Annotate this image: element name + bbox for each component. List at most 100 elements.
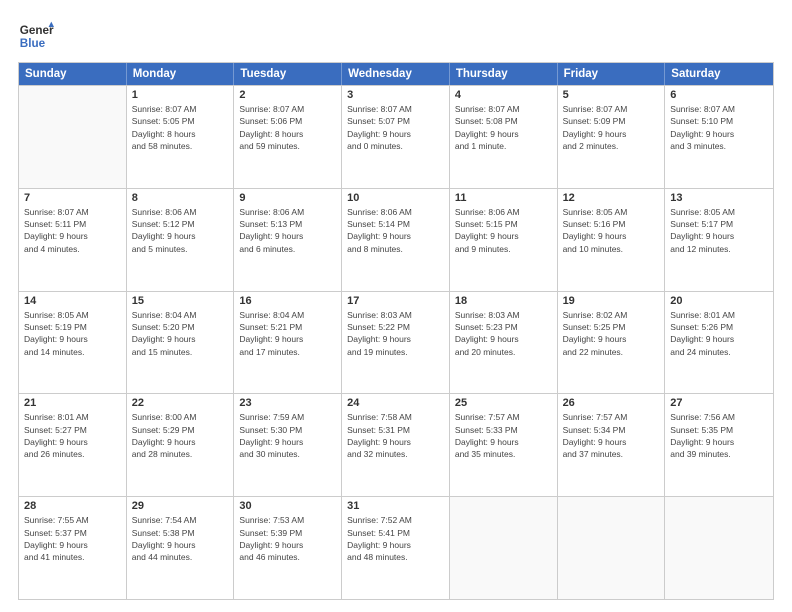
calendar-day-cell: 31 Sunrise: 7:52 AM Sunset: 5:41 PM Dayli… <box>342 497 450 599</box>
day-number: 21 <box>24 397 121 409</box>
day-number: 14 <box>24 295 121 307</box>
calendar-day-cell: 29Sunrise: 7:54 AM Sunset: 5:38 PM Dayli… <box>127 497 235 599</box>
day-info: Sunrise: 7:56 AM Sunset: 5:35 PM Dayligh… <box>670 411 768 460</box>
day-number: 8 <box>132 192 229 204</box>
calendar-day-cell: 2Sunrise: 8:07 AM Sunset: 5:06 PM Daylig… <box>234 86 342 188</box>
day-info: Sunrise: 8:06 AM Sunset: 5:15 PM Dayligh… <box>455 206 552 255</box>
day-number: 11 <box>455 192 552 204</box>
calendar-day-cell: 28 Sunrise: 7:55 AM Sunset: 5:37 PM Dayli… <box>19 497 127 599</box>
day-number: 18 <box>455 295 552 307</box>
day-number: 20 <box>670 295 768 307</box>
day-of-week-header: Wednesday <box>342 63 450 85</box>
calendar-day-cell: 25Sunrise: 7:57 AM Sunset: 5:33 PM Dayli… <box>450 394 558 496</box>
day-info: Sunrise: 8:04 AM Sunset: 5:21 PM Dayligh… <box>239 309 336 358</box>
day-of-week-header: Tuesday <box>234 63 342 85</box>
day-number: 10 <box>347 192 444 204</box>
calendar-day-cell: 8 Sunrise: 8:06 AM Sunset: 5:12 PM Daylig… <box>127 189 235 291</box>
logo-icon: General Blue <box>18 18 54 54</box>
day-info: Sunrise: 8:06 AM Sunset: 5:14 PM Dayligh… <box>347 206 444 255</box>
calendar-day-cell: 10 Sunrise: 8:06 AM Sunset: 5:14 PM Dayli… <box>342 189 450 291</box>
calendar-day-cell: 12Sunrise: 8:05 AM Sunset: 5:16 PM Dayli… <box>558 189 666 291</box>
calendar-day-cell: 11 Sunrise: 8:06 AM Sunset: 5:15 PM Dayli… <box>450 189 558 291</box>
day-info: Sunrise: 8:02 AM Sunset: 5:25 PM Dayligh… <box>563 309 660 358</box>
day-info: Sunrise: 7:55 AM Sunset: 5:37 PM Dayligh… <box>24 514 121 563</box>
calendar-day-cell: 27 Sunrise: 7:56 AM Sunset: 5:35 PM Dayli… <box>665 394 773 496</box>
calendar-day-cell: 22 Sunrise: 8:00 AM Sunset: 5:29 PM Dayli… <box>127 394 235 496</box>
day-number: 5 <box>563 89 660 101</box>
day-number: 3 <box>347 89 444 101</box>
svg-text:General: General <box>20 24 54 37</box>
day-info: Sunrise: 7:53 AM Sunset: 5:39 PM Dayligh… <box>239 514 336 563</box>
day-info: Sunrise: 8:05 AM Sunset: 5:19 PM Dayligh… <box>24 309 121 358</box>
calendar-day-cell: 21 Sunrise: 8:01 AM Sunset: 5:27 PM Dayli… <box>19 394 127 496</box>
calendar: SundayMondayTuesdayWednesdayThursdayFrid… <box>18 62 774 600</box>
header: General Blue <box>18 18 774 54</box>
day-info: Sunrise: 8:00 AM Sunset: 5:29 PM Dayligh… <box>132 411 229 460</box>
day-info: Sunrise: 8:07 AM Sunset: 5:10 PM Dayligh… <box>670 103 768 152</box>
calendar-day-cell: 24 Sunrise: 7:58 AM Sunset: 5:31 PM Dayli… <box>342 394 450 496</box>
day-info: Sunrise: 8:01 AM Sunset: 5:27 PM Dayligh… <box>24 411 121 460</box>
calendar-day-cell: 19 Sunrise: 8:02 AM Sunset: 5:25 PM Dayli… <box>558 292 666 394</box>
calendar-header: SundayMondayTuesdayWednesdayThursdayFrid… <box>19 63 773 85</box>
calendar-day-cell: 30 Sunrise: 7:53 AM Sunset: 5:39 PM Dayli… <box>234 497 342 599</box>
calendar-body: 1Sunrise: 8:07 AM Sunset: 5:05 PM Daylig… <box>19 85 773 599</box>
day-info: Sunrise: 8:03 AM Sunset: 5:23 PM Dayligh… <box>455 309 552 358</box>
calendar-day-cell: 14 Sunrise: 8:05 AM Sunset: 5:19 PM Dayli… <box>19 292 127 394</box>
calendar-week-row: 28 Sunrise: 7:55 AM Sunset: 5:37 PM Dayli… <box>19 496 773 599</box>
day-info: Sunrise: 8:04 AM Sunset: 5:20 PM Dayligh… <box>132 309 229 358</box>
day-number: 7 <box>24 192 121 204</box>
calendar-day-cell: 9 Sunrise: 8:06 AM Sunset: 5:13 PM Daylig… <box>234 189 342 291</box>
calendar-day-cell: 18 Sunrise: 8:03 AM Sunset: 5:23 PM Dayli… <box>450 292 558 394</box>
day-info: Sunrise: 8:07 AM Sunset: 5:06 PM Dayligh… <box>239 103 336 152</box>
calendar-day-cell: 6 Sunrise: 8:07 AM Sunset: 5:10 PM Daylig… <box>665 86 773 188</box>
day-info: Sunrise: 8:06 AM Sunset: 5:12 PM Dayligh… <box>132 206 229 255</box>
calendar-day-cell <box>558 497 666 599</box>
calendar-week-row: 14 Sunrise: 8:05 AM Sunset: 5:19 PM Dayli… <box>19 291 773 394</box>
calendar-day-cell: 23 Sunrise: 7:59 AM Sunset: 5:30 PM Dayli… <box>234 394 342 496</box>
day-number: 12 <box>563 192 660 204</box>
day-number: 23 <box>239 397 336 409</box>
day-number: 13 <box>670 192 768 204</box>
day-number: 27 <box>670 397 768 409</box>
logo: General Blue <box>18 18 58 54</box>
calendar-week-row: 21 Sunrise: 8:01 AM Sunset: 5:27 PM Dayli… <box>19 393 773 496</box>
svg-text:Blue: Blue <box>20 37 46 50</box>
calendar-week-row: 1Sunrise: 8:07 AM Sunset: 5:05 PM Daylig… <box>19 85 773 188</box>
day-info: Sunrise: 7:57 AM Sunset: 5:34 PM Dayligh… <box>563 411 660 460</box>
day-number: 28 <box>24 500 121 512</box>
day-of-week-header: Monday <box>127 63 235 85</box>
day-number: 6 <box>670 89 768 101</box>
day-of-week-header: Sunday <box>19 63 127 85</box>
calendar-week-row: 7Sunrise: 8:07 AM Sunset: 5:11 PM Daylig… <box>19 188 773 291</box>
day-number: 25 <box>455 397 552 409</box>
day-number: 29 <box>132 500 229 512</box>
day-number: 22 <box>132 397 229 409</box>
day-number: 17 <box>347 295 444 307</box>
day-info: Sunrise: 7:52 AM Sunset: 5:41 PM Dayligh… <box>347 514 444 563</box>
day-info: Sunrise: 8:07 AM Sunset: 5:08 PM Dayligh… <box>455 103 552 152</box>
calendar-day-cell: 5 Sunrise: 8:07 AM Sunset: 5:09 PM Daylig… <box>558 86 666 188</box>
page: General Blue SundayMondayTuesdayWednesda… <box>0 0 792 612</box>
day-number: 9 <box>239 192 336 204</box>
day-info: Sunrise: 7:58 AM Sunset: 5:31 PM Dayligh… <box>347 411 444 460</box>
day-number: 31 <box>347 500 444 512</box>
day-of-week-header: Saturday <box>665 63 773 85</box>
day-of-week-header: Friday <box>558 63 666 85</box>
day-info: Sunrise: 7:59 AM Sunset: 5:30 PM Dayligh… <box>239 411 336 460</box>
day-info: Sunrise: 8:07 AM Sunset: 5:09 PM Dayligh… <box>563 103 660 152</box>
day-info: Sunrise: 8:01 AM Sunset: 5:26 PM Dayligh… <box>670 309 768 358</box>
calendar-day-cell: 15Sunrise: 8:04 AM Sunset: 5:20 PM Dayli… <box>127 292 235 394</box>
day-info: Sunrise: 8:07 AM Sunset: 5:05 PM Dayligh… <box>132 103 229 152</box>
calendar-day-cell: 16 Sunrise: 8:04 AM Sunset: 5:21 PM Dayli… <box>234 292 342 394</box>
day-info: Sunrise: 8:07 AM Sunset: 5:07 PM Dayligh… <box>347 103 444 152</box>
day-number: 24 <box>347 397 444 409</box>
calendar-day-cell <box>665 497 773 599</box>
calendar-day-cell <box>450 497 558 599</box>
day-info: Sunrise: 8:06 AM Sunset: 5:13 PM Dayligh… <box>239 206 336 255</box>
day-number: 30 <box>239 500 336 512</box>
day-number: 16 <box>239 295 336 307</box>
day-info: Sunrise: 8:05 AM Sunset: 5:17 PM Dayligh… <box>670 206 768 255</box>
day-number: 19 <box>563 295 660 307</box>
day-number: 26 <box>563 397 660 409</box>
calendar-day-cell: 13 Sunrise: 8:05 AM Sunset: 5:17 PM Dayli… <box>665 189 773 291</box>
